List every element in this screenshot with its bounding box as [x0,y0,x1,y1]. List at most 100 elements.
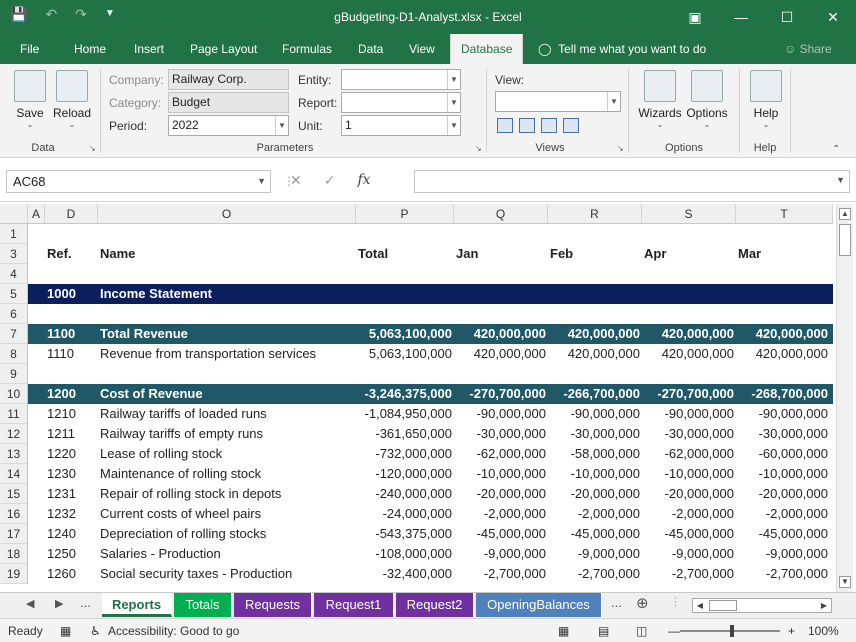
cell-s[interactable]: -62,000,000 [642,444,734,464]
column-header[interactable]: P [356,204,454,224]
cell-total[interactable]: -24,000,000 [356,504,452,524]
ribbon-display-options-icon[interactable]: ▣ [672,0,718,34]
column-header[interactable]: T [736,204,833,224]
zoom-level[interactable]: 100% [808,624,839,638]
cell-r[interactable]: -266,700,000 [548,384,640,404]
tab-view[interactable]: View [409,34,435,64]
dropdown-arrow-icon[interactable]: ▼ [607,92,620,111]
cell-s[interactable]: -45,000,000 [642,524,734,544]
cell-t[interactable]: -60,000,000 [736,444,828,464]
table-row[interactable]: 1220 Lease of rolling stock -732,000,000 -6… [28,444,833,464]
horizontal-scrollbar[interactable]: ◀ ▶ [692,598,832,613]
cell-s[interactable]: -2,000,000 [642,504,734,524]
scroll-right-icon[interactable]: ▶ [817,599,831,612]
name-box[interactable]: AC68 ▼ [6,170,271,193]
cell-q[interactable]: -90,000,000 [454,404,546,424]
cell-q[interactable]: -62,000,000 [454,444,546,464]
cell-t[interactable]: -2,000,000 [736,504,828,524]
enter-icon[interactable]: ✓ [324,172,336,189]
cell-ref[interactable]: 1230 [47,464,97,484]
scroll-up-icon[interactable]: ▲ [839,208,851,220]
dialog-launcher-icon[interactable]: ↘ [617,144,624,153]
cell-t[interactable]: -10,000,000 [736,464,828,484]
cell-q[interactable]: 420,000,000 [454,344,546,364]
cell-t[interactable]: -45,000,000 [736,524,828,544]
cell-name[interactable]: Lease of rolling stock [100,444,356,464]
cell-name[interactable]: Railway tariffs of empty runs [100,424,356,444]
cell-name[interactable]: Social security taxes - Production [100,564,356,584]
tab-database[interactable]: Database [450,34,524,64]
row-header[interactable]: 19 [0,564,28,584]
cell-name[interactable]: Revenue from transportation services [100,344,356,364]
column-title[interactable]: Feb [550,244,640,264]
row-header[interactable]: 8 [0,344,28,364]
cell-r[interactable]: -2,000,000 [548,504,640,524]
cell-r[interactable]: -58,000,000 [548,444,640,464]
cell-q[interactable]: -2,700,000 [454,564,546,584]
row-header[interactable]: 13 [0,444,28,464]
dropdown-arrow-icon[interactable]: ▼ [447,93,460,112]
column-header[interactable]: R [548,204,642,224]
cell-ref[interactable]: 1232 [47,504,97,524]
table-header-row[interactable]: Ref. Name Total Jan Feb Apr Mar [28,244,833,264]
table-row[interactable]: 1231 Repair of rolling stock in depots -24… [28,484,833,504]
column-header[interactable]: Q [454,204,548,224]
dropdown-arrow-icon[interactable]: ▼ [447,70,460,89]
cell-total[interactable]: -1,084,950,000 [356,404,452,424]
cell-r[interactable]: 420,000,000 [548,324,640,344]
page-break-view-icon[interactable]: ◫ [636,624,647,638]
tab-home[interactable]: Home [74,34,106,64]
zoom-out-icon[interactable]: — [668,624,680,638]
next-sheet-icon[interactable]: ▶ [55,597,63,610]
cell-total[interactable]: -543,375,000 [356,524,452,544]
cell-t[interactable]: -30,000,000 [736,424,828,444]
zoom-in-icon[interactable]: + [788,624,795,638]
dialog-launcher-icon[interactable]: ↘ [89,144,96,153]
cell-ref[interactable]: 1240 [47,524,97,544]
view-select[interactable]: ▼ [495,91,621,112]
scroll-split-icon[interactable]: ⋮ [670,595,681,608]
cell-ref[interactable]: 1211 [47,424,97,444]
scroll-thumb[interactable] [839,224,851,256]
cell-name[interactable]: Current costs of wheel pairs [100,504,356,524]
table-row[interactable]: 1100 Total Revenue 5,063,100,000 420,000,00… [28,324,833,344]
expand-formula-bar-icon[interactable]: ▼ [836,175,845,185]
column-title[interactable]: Apr [644,244,734,264]
row-header[interactable]: 7 [0,324,28,344]
table-row[interactable]: 1200 Cost of Revenue -3,246,375,000 -270,70… [28,384,833,404]
cell-s[interactable]: -20,000,000 [642,484,734,504]
cell-q[interactable]: -20,000,000 [454,484,546,504]
table-row[interactable] [28,304,833,324]
cell-t[interactable]: 420,000,000 [736,344,828,364]
cell-s[interactable]: 420,000,000 [642,344,734,364]
cell-r[interactable]: -90,000,000 [548,404,640,424]
dialog-launcher-icon[interactable]: ↘ [475,144,482,153]
row-header[interactable]: 3 [0,244,28,264]
tab-file[interactable]: File [20,34,39,64]
dropdown-arrow-icon[interactable]: ▼ [447,116,460,135]
cell-total[interactable]: -361,650,000 [356,424,452,444]
normal-view-icon[interactable]: ▦ [558,624,569,638]
cell-ref[interactable]: 1200 [47,384,97,404]
cell-t[interactable]: -268,700,000 [736,384,828,404]
column-title[interactable]: Jan [456,244,546,264]
maximize-icon[interactable]: ☐ [764,0,810,34]
cell-s[interactable]: -2,700,000 [642,564,734,584]
cell-ref[interactable]: 1220 [47,444,97,464]
column-title[interactable]: Mar [738,244,828,264]
column-header[interactable]: O [98,204,356,224]
accessibility-status[interactable]: Accessibility: Good to go [108,624,239,638]
table-row[interactable] [28,224,833,244]
cell-total[interactable]: -32,400,000 [356,564,452,584]
options-button[interactable]: Options ⌄ [684,70,730,129]
column-title[interactable]: Name [100,244,356,264]
cell-name[interactable]: Cost of Revenue [100,384,356,404]
spreadsheet-grid[interactable]: A D O P Q R S T 1 3 Ref. Name Total Jan Feb Apr… [0,204,836,592]
column-header[interactable]: D [45,204,98,224]
cell-ref[interactable]: 1260 [47,564,97,584]
help-button[interactable]: Help ⌄ [746,70,786,129]
cell-ref[interactable]: 1210 [47,404,97,424]
cell-t[interactable]: -90,000,000 [736,404,828,424]
cell-t[interactable]: -20,000,000 [736,484,828,504]
vertical-scrollbar[interactable]: ▲ ▼ [836,204,853,592]
